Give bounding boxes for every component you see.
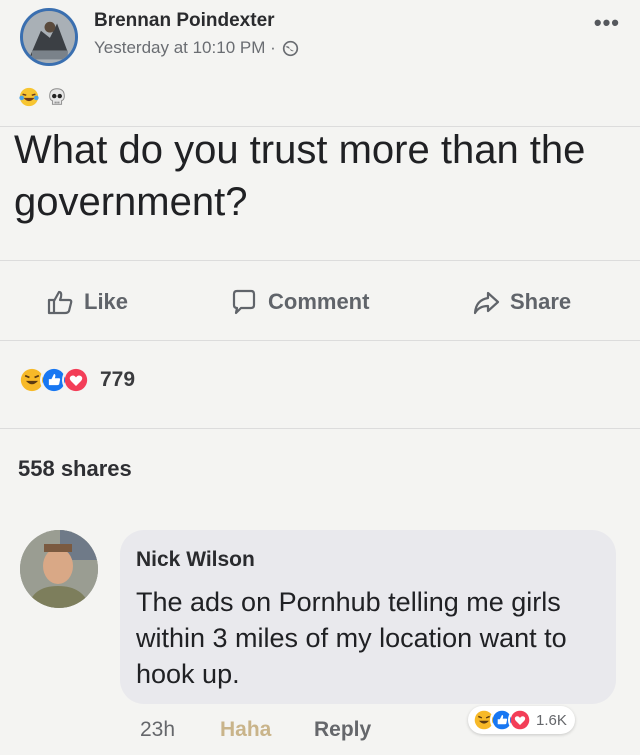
reactions-divider (0, 428, 640, 429)
comment-timestamp[interactable]: 23h (140, 718, 220, 742)
comment-label: Comment (268, 289, 370, 314)
share-arrow-icon (473, 291, 500, 315)
text-divider (0, 260, 640, 261)
commenter-avatar[interactable] (20, 530, 98, 608)
comment-reaction-count: 1.6K (536, 711, 567, 729)
avatar-image (23, 11, 75, 63)
comment-text: The ads on Pornhub telling me girls with… (136, 587, 567, 689)
post-emoji-line (18, 86, 68, 108)
comment-reply-button[interactable]: Reply (314, 718, 371, 742)
share-label: Share (510, 289, 572, 314)
love-reaction-icon (508, 708, 532, 732)
shares-count[interactable]: 558 shares (18, 456, 132, 482)
like-button[interactable]: Like (46, 288, 128, 316)
commenter-avatar-image (20, 530, 98, 608)
reactions-summary[interactable]: 779 (18, 366, 135, 394)
action-bar: Like Comment Share (0, 272, 640, 332)
reaction-count: 779 (100, 368, 136, 391)
commenter-name[interactable]: Nick Wilson (136, 548, 255, 572)
actions-divider (0, 340, 640, 341)
skull-emoji-icon (49, 88, 65, 105)
more-options-icon[interactable]: ••• (594, 10, 620, 36)
love-reaction-icon (62, 366, 90, 394)
comment-reactions[interactable]: 1.6K (468, 706, 575, 734)
post-text: What do you trust more than the governme… (14, 128, 586, 224)
comment-haha-button[interactable]: Haha (220, 718, 314, 742)
share-button[interactable]: Share (472, 288, 571, 316)
comment-bubble: Nick Wilson The ads on Pornhub telling m… (120, 530, 616, 704)
post-timestamp[interactable]: Yesterday at 10:10 PM · (94, 38, 276, 58)
comment-footer: 23h Haha Reply (140, 718, 371, 742)
post-meta: Yesterday at 10:10 PM · (94, 38, 299, 58)
author-avatar[interactable] (20, 8, 78, 66)
like-label: Like (84, 289, 129, 314)
comment-icon (232, 289, 256, 315)
laughing-crying-emoji-icon (19, 87, 39, 107)
globe-icon (282, 40, 298, 56)
post-header: Brennan Poindexter Yesterday at 10:10 PM… (0, 0, 640, 80)
thumbs-up-icon (47, 290, 73, 315)
comment-button[interactable]: Comment (230, 288, 369, 316)
author-name[interactable]: Brennan Poindexter (94, 10, 275, 32)
